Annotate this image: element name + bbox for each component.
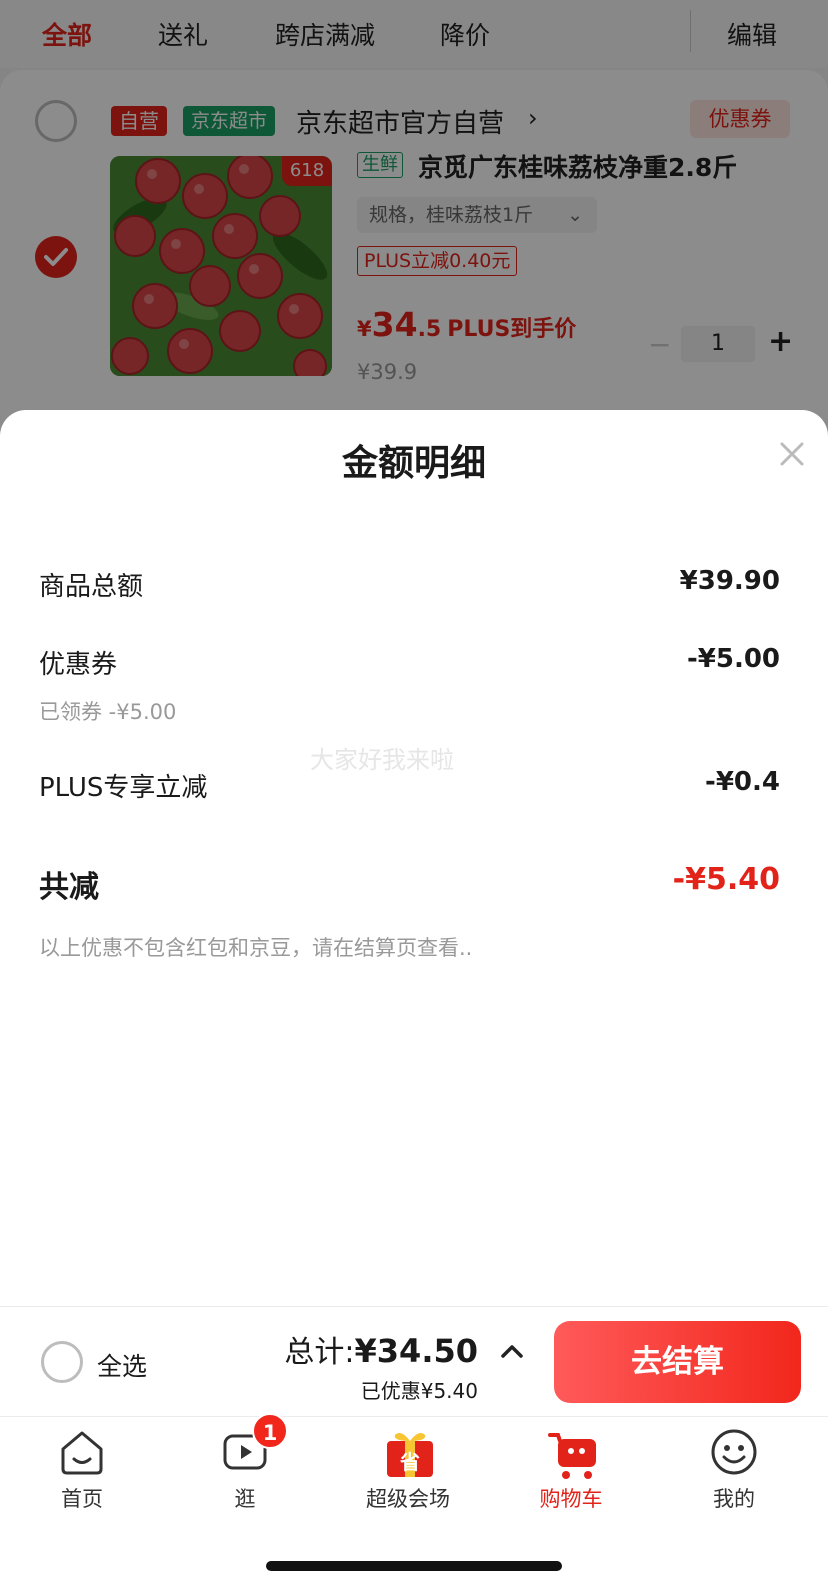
total-discount-label: 共减: [39, 870, 99, 905]
gift-save-icon: 省: [383, 1427, 433, 1477]
total-prefix: 总计:: [284, 1335, 355, 1370]
chevron-up-icon[interactable]: [500, 1343, 524, 1359]
plus-discount-value: -¥0.4: [705, 767, 780, 797]
tab-label: 逛: [234, 1487, 256, 1511]
checkout-bar: 全选 总计:¥34.50 已优惠¥5.40 去结算: [0, 1306, 828, 1416]
coupon-value: -¥5.00: [686, 644, 780, 674]
tab-label: 我的: [713, 1487, 755, 1511]
total-value: ¥34.50: [354, 1332, 478, 1370]
select-all-radio[interactable]: [41, 1341, 83, 1383]
goods-total-label: 商品总额: [39, 572, 144, 602]
home-icon: [57, 1427, 107, 1477]
discount-note: 以上优惠不包含红包和京豆，请在结算页查看..: [39, 936, 473, 960]
plus-discount-label: PLUS专享立减: [39, 773, 208, 803]
tab-label: 购物车: [539, 1487, 603, 1511]
smile-profile-icon: [709, 1427, 759, 1477]
checkout-button[interactable]: 去结算: [554, 1321, 801, 1403]
coupon-label: 优惠券: [39, 650, 118, 680]
tab-cart[interactable]: 购物车: [506, 1427, 636, 1513]
cart-icon: [546, 1427, 596, 1479]
tab-super-venue[interactable]: 省 超级会场: [343, 1427, 473, 1513]
coupon-detail: 已领券 -¥5.00: [39, 700, 177, 724]
home-indicator: [266, 1561, 562, 1571]
goods-total-value: ¥39.90: [679, 566, 780, 596]
saved-amount: 已优惠¥5.40: [360, 1379, 478, 1403]
notification-badge: 1: [252, 1413, 288, 1449]
watermark-text: 大家好我来啦: [310, 746, 454, 774]
play-icon: 1: [220, 1413, 288, 1477]
total-amount: 总计:¥34.50: [284, 1327, 478, 1371]
tab-home[interactable]: 首页: [17, 1427, 147, 1513]
close-icon[interactable]: [776, 438, 808, 470]
tab-label: 超级会场: [366, 1487, 450, 1511]
sheet-title: 金额明细: [341, 443, 486, 484]
tab-label: 首页: [61, 1487, 103, 1511]
tab-profile[interactable]: 我的: [669, 1427, 799, 1513]
tab-browse[interactable]: 1 逛: [180, 1413, 310, 1513]
svg-text:省: 省: [399, 1450, 420, 1474]
total-discount-value: -¥5.40: [672, 862, 780, 897]
select-all-label[interactable]: 全选: [97, 1347, 147, 1383]
